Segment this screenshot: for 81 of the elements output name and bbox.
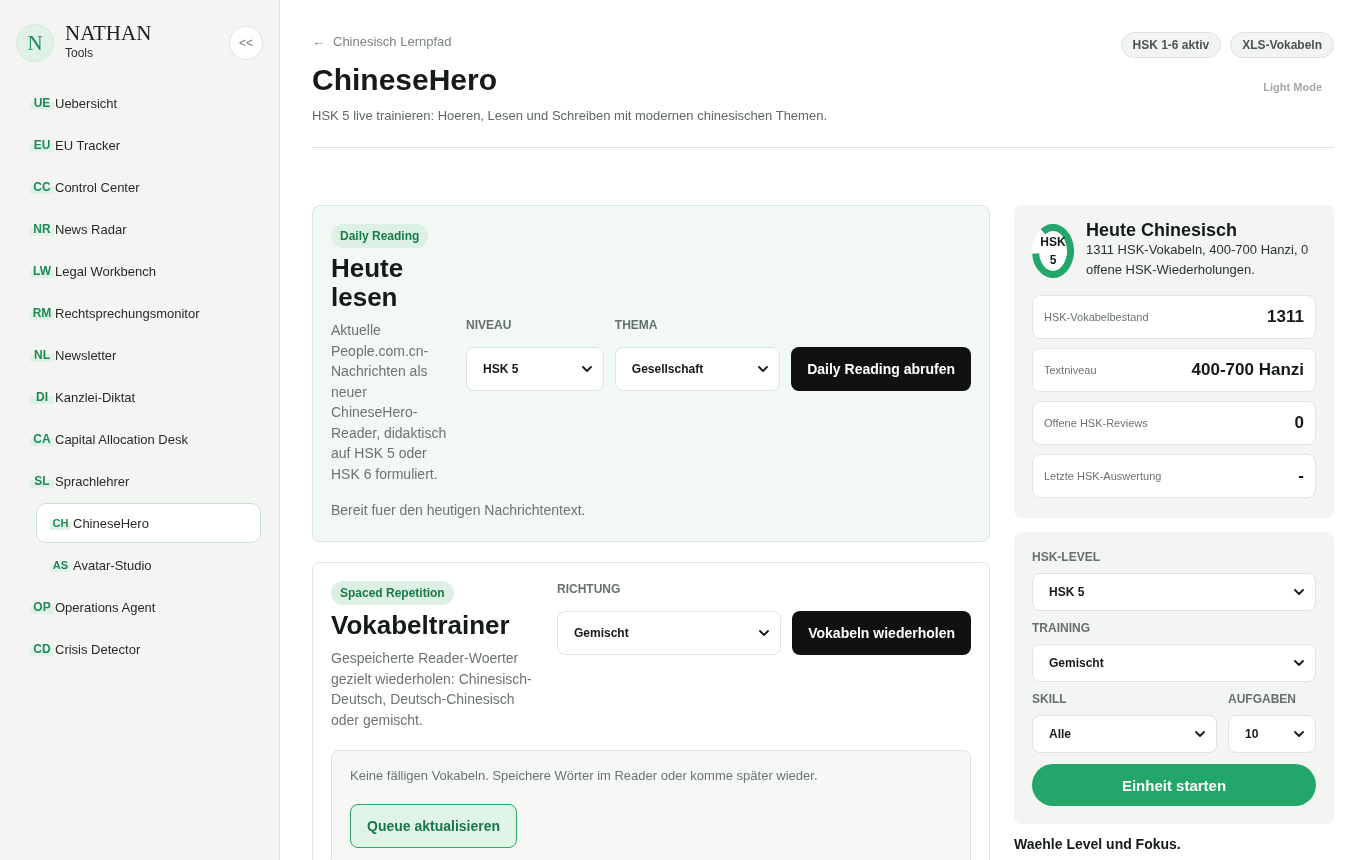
nav-badge: EU xyxy=(30,138,54,152)
queue-message: Keine fälligen Vokabeln. Speichere Wörter im Reader oder komme später wieder. xyxy=(350,768,819,784)
nav-badge: DI xyxy=(30,390,54,404)
stat-value: 1311 xyxy=(1267,307,1304,327)
chevron-down-icon xyxy=(1294,660,1304,666)
brand-tagline: Tools xyxy=(65,45,93,60)
nav-item[interactable]: CD Crisis Detector xyxy=(16,629,261,669)
field-label: AUFGABEN xyxy=(1228,691,1297,707)
nav-badge: CD xyxy=(30,642,54,656)
card-title: Vokabeltrainer xyxy=(331,611,511,640)
dropdown-field[interactable]: 10 xyxy=(1228,715,1316,753)
chevron-down-icon xyxy=(581,366,592,372)
page-subtitle: HSK 5 live trainieren: Hoeren, Lesen und Schreiben mit modernen chinesischen Themen. xyxy=(312,107,827,125)
chevron-down-icon xyxy=(758,366,769,372)
stat-value: 0 xyxy=(1294,413,1304,433)
summary-description: 1311 HSK-Vokabeln, 400-700 Hanzi, 0 offene HSK-Wiederholungen. xyxy=(1086,241,1310,279)
chevron-down-icon xyxy=(759,630,770,636)
field-label: THEMA xyxy=(614,317,659,333)
chevron-down-icon xyxy=(1195,731,1205,737)
logo-icon: N xyxy=(16,24,54,62)
session-hint: Waehle Level und Fokus. xyxy=(1014,835,1182,853)
field-label: RICHTUNG xyxy=(557,581,622,597)
stat-label: HSK-Vokabelbestand xyxy=(1044,311,1149,323)
dropdown-field[interactable]: HSK 5 xyxy=(466,347,604,391)
field-label: TRAINING xyxy=(1032,620,1091,636)
stat-label: Letzte HSK-Auswertung xyxy=(1044,470,1162,482)
collapse-button[interactable]: << xyxy=(229,26,263,60)
field-label: NIVEAU xyxy=(466,317,513,333)
nav-item[interactable]: CH ChineseHero xyxy=(36,503,261,543)
nav-badge: NR xyxy=(30,222,54,236)
nav-item[interactable]: AS Avatar-Studio xyxy=(36,545,261,585)
status-chip: XLS-Vokabeln xyxy=(1230,32,1334,58)
card-title: Heute lesen xyxy=(331,254,405,312)
stat-value: - xyxy=(1298,466,1304,486)
dropdown-field[interactable]: Gemischt xyxy=(557,611,782,655)
nav-badge: LW xyxy=(30,264,54,278)
nav-badge: CC xyxy=(30,180,54,194)
card-description: Gespeicherte Reader-Woerter gezielt wiederholen: Chinesisch-Deutsch, Deutsch-Chinesisch oder gemischt. xyxy=(331,649,533,730)
stat-label: Textniveau xyxy=(1044,364,1097,376)
nav-badge: AS xyxy=(50,558,71,572)
stat-label: Offene HSK-Reviews xyxy=(1044,417,1148,429)
section-tag: Spaced Repetition xyxy=(331,581,454,605)
nav-item[interactable]: SL Sprachlehrer xyxy=(16,461,261,501)
summary-title: Heute Chinesisch xyxy=(1086,220,1239,240)
nav-item[interactable]: OP Operations Agent xyxy=(16,587,261,627)
status-text: Bereit fuer den heutigen Nachrichtentext. xyxy=(331,501,587,519)
nav-badge: SL xyxy=(30,474,54,488)
field-label: SKILL xyxy=(1032,691,1068,707)
back-link[interactable]: ← Chinesisch Lernpfad xyxy=(312,34,452,50)
field-label: HSK-LEVEL xyxy=(1032,549,1101,565)
chevron-down-icon xyxy=(1294,589,1304,595)
refresh-queue-button[interactable]: Queue aktualisieren xyxy=(350,804,518,848)
nav-item[interactable]: RM Rechtsprechungsmonitor xyxy=(16,293,261,333)
chevron-down-icon xyxy=(1294,731,1304,737)
nav-item[interactable]: NL Newsletter xyxy=(16,335,261,375)
nav-item[interactable]: LW Legal Workbench xyxy=(16,251,261,291)
dropdown-field[interactable]: Gemischt xyxy=(1032,644,1316,682)
section-tag: Daily Reading xyxy=(331,224,429,248)
nav-item[interactable]: CC Control Center xyxy=(16,167,261,207)
nav-item[interactable]: NR News Radar xyxy=(16,209,261,249)
brand-name: NATHAN xyxy=(65,21,152,44)
ring-label: HSK 5 xyxy=(1039,234,1067,269)
action-button[interactable]: Daily Reading abrufen xyxy=(791,347,971,391)
nav-item[interactable]: EU EU Tracker xyxy=(16,125,261,165)
dropdown-field[interactable]: Gesellschaft xyxy=(614,347,781,391)
nav-badge: UE xyxy=(30,96,54,110)
stat-value: 400-700 Hanzi xyxy=(1191,360,1304,380)
nav-item[interactable]: UE Uebersicht xyxy=(16,83,261,123)
nav-item[interactable]: DI Kanzlei-Diktat xyxy=(16,377,261,417)
page-title: ChineseHero xyxy=(312,62,499,98)
dropdown-field[interactable]: HSK 5 xyxy=(1032,573,1316,611)
nav-badge: CH xyxy=(50,516,71,530)
status-chip: HSK 1-6 aktiv xyxy=(1120,32,1222,58)
nav-item[interactable]: CA Capital Allocation Desk xyxy=(16,419,261,459)
card-description: Aktuelle People.com.cn-Nachrichten als neuer ChineseHero-Reader, didaktisch auf HSK 5 oder HSK 6 formuliert. xyxy=(331,321,448,484)
nav-badge: OP xyxy=(30,600,54,614)
nav-badge: RM xyxy=(30,306,54,320)
nav-badge: CA xyxy=(30,432,54,446)
dropdown-field[interactable]: Alle xyxy=(1032,715,1217,753)
nav-badge: NL xyxy=(30,348,54,362)
action-button[interactable]: Vokabeln wiederholen xyxy=(792,611,971,655)
